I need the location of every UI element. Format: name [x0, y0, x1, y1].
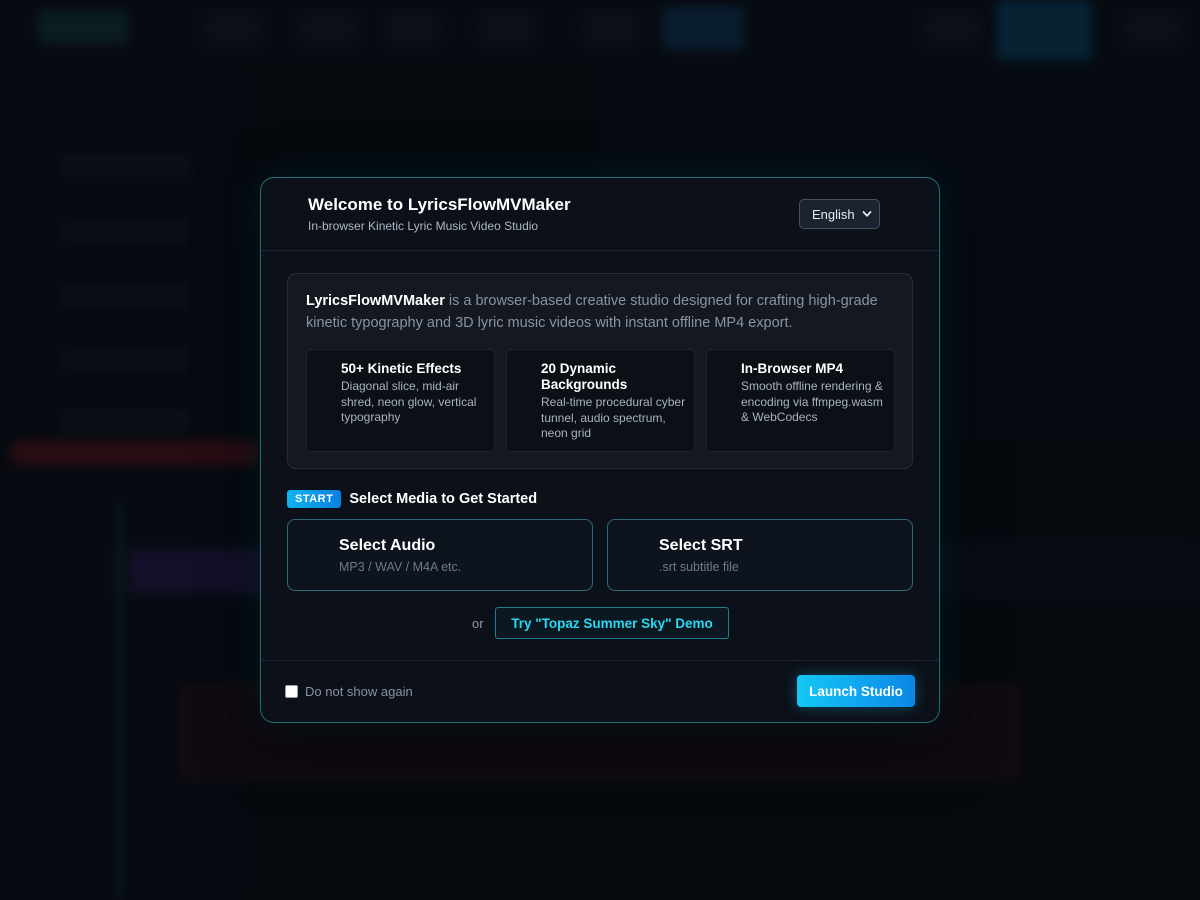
background-icon: [519, 362, 535, 378]
feature-description: Diagonal slice, mid-air shred, neon glow…: [341, 379, 477, 424]
intro-box: LyricsFlowMVMaker is a browser-based cre…: [287, 273, 913, 469]
audio-icon: [312, 540, 332, 560]
start-badge: START: [287, 490, 342, 508]
try-demo-button[interactable]: Try "Topaz Summer Sky" Demo: [495, 607, 729, 639]
feature-title: 50+ Kinetic Effects: [341, 361, 462, 376]
feature-card: 50+ Kinetic Effects Diagonal slice, mid-…: [306, 349, 495, 452]
feature-list: 50+ Kinetic Effects Diagonal slice, mid-…: [306, 349, 895, 452]
select-srt-title: Select SRT: [659, 537, 743, 554]
modal-title: Welcome to LyricsFlowMVMaker: [308, 195, 571, 214]
feature-description: Smooth offline rendering & encoding via …: [741, 379, 883, 424]
feature-card: In-Browser MP4 Smooth offline rendering …: [706, 349, 895, 452]
modal-subtitle: In-browser Kinetic Lyric Music Video Stu…: [308, 219, 539, 233]
start-section-header: START Select Media to Get Started: [287, 489, 537, 509]
video-export-icon: [719, 362, 735, 378]
feature-description: Real-time procedural cyber tunnel, audio…: [541, 395, 686, 440]
text-effects-icon: [319, 362, 335, 378]
intro-text: LyricsFlowMVMaker is a browser-based cre…: [306, 290, 886, 334]
dont-show-again-label: Do not show again: [305, 684, 413, 699]
dont-show-again-checkbox[interactable]: [285, 685, 298, 698]
feature-title: In-Browser MP4: [741, 361, 844, 376]
select-srt-subtitle: .srt subtitle file: [659, 560, 739, 574]
intro-brand: LyricsFlowMVMaker: [306, 293, 445, 309]
dont-show-again-option[interactable]: Do not show again: [285, 684, 413, 699]
start-label: Select Media to Get Started: [349, 491, 538, 507]
subtitle-icon: [632, 540, 652, 560]
select-audio-subtitle: MP3 / WAV / M4A etc.: [339, 560, 462, 574]
feature-title: 20 Dynamic Backgrounds: [541, 361, 628, 392]
launch-studio-button[interactable]: Launch Studio: [797, 675, 915, 707]
modal-header: Welcome to LyricsFlowMVMaker In-browser …: [261, 178, 939, 251]
chevron-down-icon: [862, 211, 872, 217]
select-srt-button[interactable]: Select SRT .srt subtitle file: [607, 519, 913, 591]
modal-footer: Do not show again Launch Studio: [261, 660, 939, 722]
select-audio-title: Select Audio: [339, 537, 436, 554]
or-label: or: [472, 616, 484, 631]
select-audio-button[interactable]: Select Audio MP3 / WAV / M4A etc.: [287, 519, 593, 591]
language-select-value: English: [812, 206, 855, 222]
feature-card: 20 Dynamic Backgrounds Real-time procedu…: [506, 349, 695, 452]
language-select[interactable]: English: [799, 199, 880, 229]
welcome-modal: Welcome to LyricsFlowMVMaker In-browser …: [260, 177, 940, 723]
